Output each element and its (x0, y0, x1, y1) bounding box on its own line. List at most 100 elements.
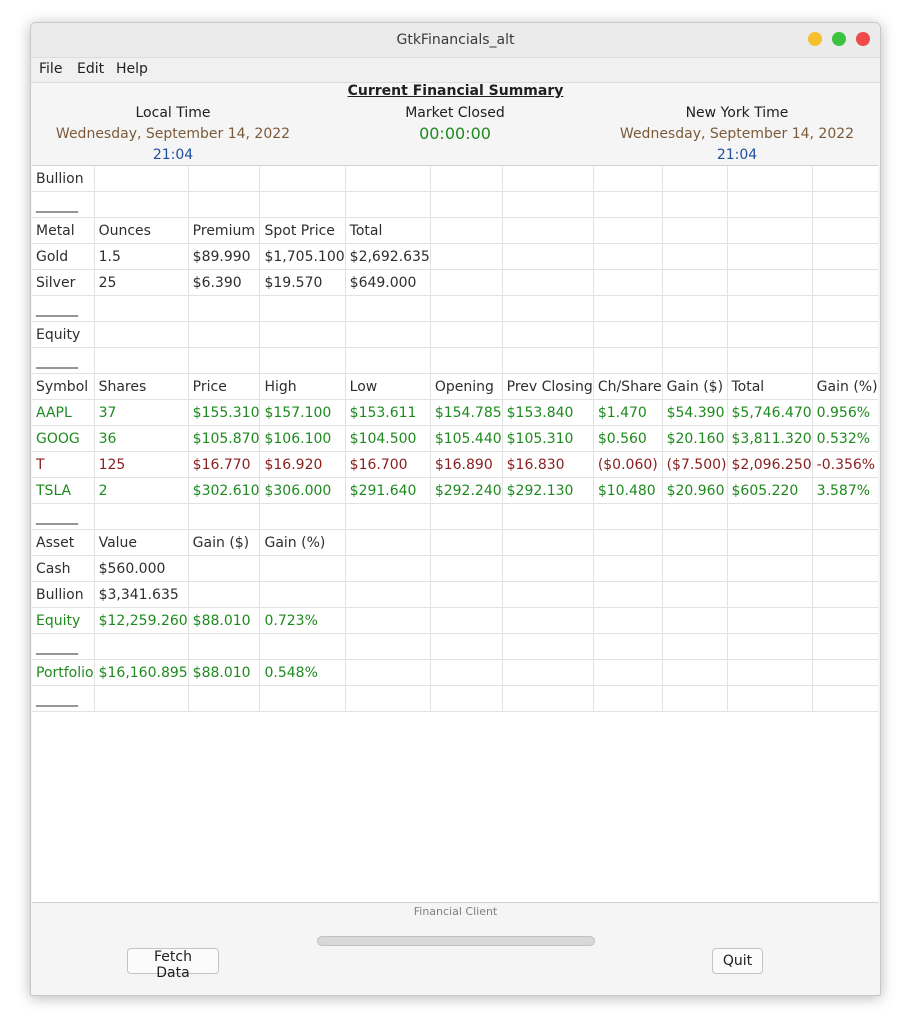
summary-title: Current Financial Summary (347, 83, 564, 99)
table-cell (502, 166, 594, 192)
table-cell (430, 243, 503, 270)
table-cell (727, 166, 813, 192)
table-cell (345, 166, 431, 192)
table-cell (662, 347, 728, 374)
table-cell (430, 347, 503, 374)
table-cell (727, 581, 813, 608)
table-cell (727, 217, 813, 244)
table-cell (812, 217, 878, 244)
table-cell (94, 191, 189, 218)
table-cell (430, 166, 503, 192)
table-cell (502, 295, 594, 322)
table-cell (727, 347, 813, 374)
table-cell (188, 581, 261, 608)
table-cell: Gain (%) (812, 373, 878, 400)
table-cell (94, 166, 189, 192)
table-cell: $16.920 (259, 451, 346, 478)
table-cell: $105.870 (188, 425, 261, 452)
table-cell (430, 295, 503, 322)
table-cell: AAPL (32, 399, 95, 426)
table-cell (593, 347, 663, 374)
table-cell (188, 633, 261, 660)
table-cell (345, 529, 431, 556)
table-cell: $560.000 (94, 555, 189, 582)
table-cell: $16.830 (502, 451, 594, 478)
table-cell (662, 607, 728, 634)
table-cell: 0.532% (812, 425, 878, 452)
table-cell (593, 659, 663, 686)
table-cell (430, 607, 503, 634)
table-cell (502, 269, 594, 296)
maximize-icon[interactable] (832, 32, 846, 46)
table-cell (812, 633, 878, 660)
table-cell (727, 633, 813, 660)
table-cell: 125 (94, 451, 189, 478)
table-cell (812, 295, 878, 322)
table-cell: $649.000 (345, 269, 431, 296)
fetch-data-button[interactable]: Fetch Data (127, 948, 219, 981)
table-cell: Portfolio (32, 659, 95, 686)
table-cell (259, 295, 346, 322)
newyork-time: 21:04 (716, 147, 758, 163)
table-cell: $12,259.260 (94, 607, 189, 634)
table-cell (593, 191, 663, 218)
table-cell: ______ (32, 685, 95, 712)
table-cell: Asset (32, 529, 95, 556)
table-cell (662, 555, 728, 582)
table-cell (727, 269, 813, 296)
minimize-icon[interactable] (808, 32, 822, 46)
table-cell: $153.840 (502, 399, 594, 426)
table-cell: $16,160.895 (94, 659, 189, 686)
local-date: Wednesday, September 14, 2022 (55, 126, 291, 142)
table-cell (345, 321, 431, 348)
table-cell (812, 529, 878, 556)
table-cell (812, 581, 878, 608)
table-cell: 0.723% (259, 607, 346, 634)
close-icon[interactable] (856, 32, 870, 46)
menu-edit[interactable]: Edit (77, 61, 104, 77)
table-cell (502, 581, 594, 608)
table-cell (662, 321, 728, 348)
table-cell (727, 555, 813, 582)
table-cell: $3,341.635 (94, 581, 189, 608)
table-cell: 0.548% (259, 659, 346, 686)
title-bar[interactable]: GtkFinancials_alt (31, 23, 880, 58)
table-cell (662, 269, 728, 296)
table-cell (259, 555, 346, 582)
table-row: TSLA 2 $302.610 $306.000 $291.640 $292.240 $29… (32, 477, 878, 504)
financial-table-area[interactable]: Bullion ______ Metal Ounces Premium Spot Pric… (32, 165, 878, 903)
table-cell (94, 347, 189, 374)
table-cell (812, 243, 878, 270)
table-cell (593, 607, 663, 634)
local-time-label: Local Time (135, 105, 211, 121)
table-cell (662, 191, 728, 218)
progress-bar (317, 936, 595, 946)
table-cell (188, 166, 261, 192)
table-cell (188, 347, 261, 374)
table-cell (812, 321, 878, 348)
table-row: Bullion $3,341.635 (32, 581, 878, 608)
menu-help[interactable]: Help (116, 61, 148, 77)
table-cell: $306.000 (259, 477, 346, 504)
table-row: Symbol Shares Price High Low Opening Prev Clos… (32, 373, 878, 400)
table-cell (662, 685, 728, 712)
table-cell (662, 581, 728, 608)
menu-file[interactable]: File (39, 61, 62, 77)
table-cell (430, 321, 503, 348)
table-cell (94, 321, 189, 348)
table-cell (502, 555, 594, 582)
table-cell: 37 (94, 399, 189, 426)
window-title: GtkFinancials_alt (396, 32, 515, 48)
table-cell (430, 529, 503, 556)
quit-button[interactable]: Quit (712, 948, 763, 974)
table-cell (593, 555, 663, 582)
table-cell: ______ (32, 633, 95, 660)
table-cell (812, 166, 878, 192)
table-cell (812, 607, 878, 634)
table-cell: $155.310 (188, 399, 261, 426)
table-cell (259, 685, 346, 712)
table-cell: Total (727, 373, 813, 400)
table-row: Portfolio $16,160.895 $88.010 0.548% (32, 659, 878, 686)
table-cell: $105.440 (430, 425, 503, 452)
table-cell (727, 685, 813, 712)
